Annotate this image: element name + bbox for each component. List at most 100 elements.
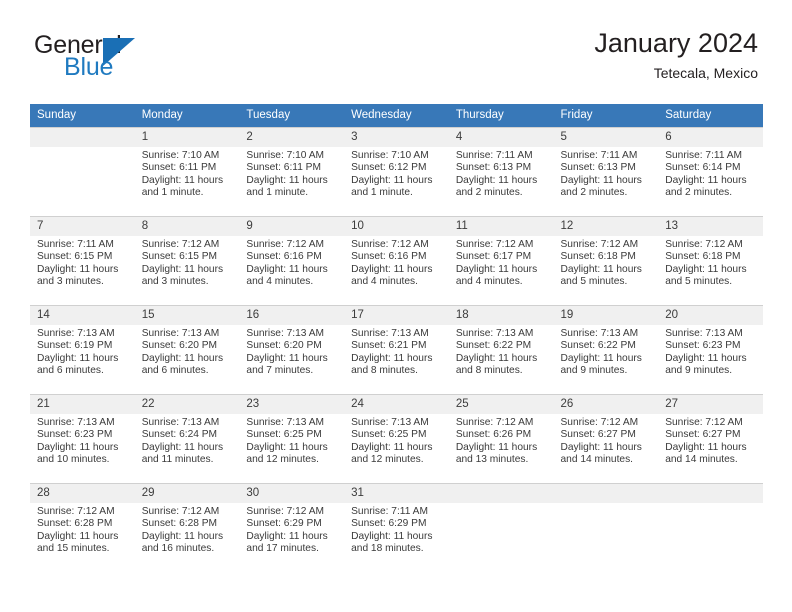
calendar-header-row: Sunday Monday Tuesday Wednesday Thursday Frid… [30, 104, 763, 127]
day-cell[interactable]: 20 Sunrise: 7:13 AM Sunset: 6:23 PM Dayligh… [658, 305, 763, 394]
sunrise-text: Sunrise: 7:12 AM [141, 506, 220, 517]
daylight-text-line1: Daylight: 11 hours [246, 174, 328, 186]
day-cell[interactable]: 5 Sunrise: 7:11 AM Sunset: 6:13 PM Daylight… [553, 127, 659, 216]
daylight-text-line2: and 14 minutes. [560, 454, 634, 466]
sunset-text: Sunset: 6:13 PM [560, 162, 636, 174]
calendar-cell: 27 Sunrise: 7:12 AM Sunset: 6:27 PM Dayligh… [658, 394, 763, 483]
day-cell[interactable]: 7 Sunrise: 7:11 AM Sunset: 6:15 PM Daylight… [30, 216, 135, 305]
day-cell[interactable]: 29 Sunrise: 7:12 AM Sunset: 6:28 PM Dayligh… [134, 483, 240, 572]
day-details: Sunrise: 7:12 AM Sunset: 6:28 PM Daylight:… [135, 503, 240, 556]
day-number: 29 [134, 484, 240, 503]
day-number: 31 [344, 484, 449, 503]
sunset-text: Sunset: 6:18 PM [665, 251, 741, 263]
daylight-text-line1: Daylight: 11 hours [141, 174, 224, 186]
day-number: 15 [134, 306, 240, 325]
day-cell[interactable]: 22 Sunrise: 7:13 AM Sunset: 6:24 PM Dayligh… [134, 394, 240, 483]
day-details: Sunrise: 7:11 AM Sunset: 6:13 PM Daylight:… [449, 147, 554, 200]
day-cell[interactable]: 24 Sunrise: 7:13 AM Sunset: 6:25 PM Dayligh… [344, 394, 449, 483]
day-details: Sunrise: 7:10 AM Sunset: 6:11 PM Daylight:… [135, 147, 240, 200]
sunrise-text: Sunrise: 7:13 AM [141, 417, 220, 428]
day-number: 19 [553, 306, 659, 325]
sunrise-text: Sunrise: 7:12 AM [455, 239, 534, 250]
day-cell-empty [448, 483, 554, 572]
calendar-cell: 18 Sunrise: 7:13 AM Sunset: 6:22 PM Dayligh… [448, 305, 554, 394]
sunset-text: Sunset: 6:11 PM [246, 162, 321, 174]
day-cell[interactable]: 2 Sunrise: 7:10 AM Sunset: 6:11 PM Daylight… [239, 127, 345, 216]
day-details: Sunrise: 7:13 AM Sunset: 6:19 PM Daylight:… [30, 325, 135, 378]
calendar-week-row: 7 Sunrise: 7:11 AM Sunset: 6:15 PM Daylight… [30, 216, 763, 305]
sunrise-text: Sunrise: 7:13 AM [141, 328, 220, 339]
day-cell[interactable]: 17 Sunrise: 7:13 AM Sunset: 6:21 PM Dayligh… [344, 305, 449, 394]
day-cell[interactable]: 14 Sunrise: 7:13 AM Sunset: 6:19 PM Dayligh… [30, 305, 135, 394]
page-subtitle-location: Tetecala, Mexico [653, 65, 758, 81]
day-cell[interactable]: 3 Sunrise: 7:10 AM Sunset: 6:12 PM Daylight… [344, 127, 449, 216]
calendar-cell: 1 Sunrise: 7:10 AM Sunset: 6:11 PM Daylight… [134, 127, 240, 216]
page-header: General Blue January 2024 Tetecala, Mexi… [30, 26, 762, 94]
day-cell[interactable]: 26 Sunrise: 7:12 AM Sunset: 6:27 PM Dayligh… [553, 394, 659, 483]
weekday-header-tuesday: Tuesday [239, 104, 345, 127]
day-details: Sunrise: 7:11 AM Sunset: 6:29 PM Daylight:… [344, 503, 449, 556]
day-details: Sunrise: 7:12 AM Sunset: 6:16 PM Daylight:… [239, 236, 344, 289]
day-cell[interactable]: 6 Sunrise: 7:11 AM Sunset: 6:14 PM Daylight… [658, 127, 763, 216]
daylight-text-line1: Daylight: 11 hours [455, 263, 538, 275]
calendar-week-row: 1 Sunrise: 7:10 AM Sunset: 6:11 PM Daylight… [30, 127, 763, 216]
calendar-cell: 2 Sunrise: 7:10 AM Sunset: 6:11 PM Daylight… [239, 127, 345, 216]
day-cell[interactable]: 31 Sunrise: 7:11 AM Sunset: 6:29 PM Dayligh… [344, 483, 449, 572]
sunset-text: Sunset: 6:13 PM [455, 162, 532, 174]
calendar-cell: 10 Sunrise: 7:12 AM Sunset: 6:16 PM Dayligh… [344, 216, 449, 305]
daylight-text-line1: Daylight: 11 hours [37, 352, 119, 364]
day-number: 24 [344, 395, 449, 414]
day-cell[interactable]: 13 Sunrise: 7:12 AM Sunset: 6:18 PM Dayligh… [658, 216, 763, 305]
day-details: Sunrise: 7:12 AM Sunset: 6:18 PM Daylight:… [554, 236, 659, 289]
general-blue-logo[interactable]: General Blue [34, 32, 214, 86]
daylight-text-line1: Daylight: 11 hours [665, 352, 747, 364]
day-cell[interactable]: 4 Sunrise: 7:11 AM Sunset: 6:13 PM Daylight… [448, 127, 554, 216]
sunrise-text: Sunrise: 7:10 AM [351, 150, 429, 161]
day-cell[interactable]: 16 Sunrise: 7:13 AM Sunset: 6:20 PM Dayligh… [239, 305, 345, 394]
day-cell[interactable]: 30 Sunrise: 7:12 AM Sunset: 6:29 PM Dayligh… [239, 483, 345, 572]
daylight-text-line1: Daylight: 11 hours [246, 441, 328, 453]
day-cell[interactable]: 27 Sunrise: 7:12 AM Sunset: 6:27 PM Dayligh… [658, 394, 763, 483]
daylight-text-line1: Daylight: 11 hours [246, 352, 328, 364]
sunset-text: Sunset: 6:21 PM [351, 340, 427, 352]
day-cell[interactable]: 9 Sunrise: 7:12 AM Sunset: 6:16 PM Daylight… [239, 216, 345, 305]
calendar-cell [30, 127, 135, 216]
logo-text-blue: Blue [64, 53, 114, 81]
day-cell[interactable]: 21 Sunrise: 7:13 AM Sunset: 6:23 PM Dayligh… [30, 394, 135, 483]
sunset-text: Sunset: 6:18 PM [560, 251, 636, 263]
daylight-text-line1: Daylight: 11 hours [141, 352, 224, 364]
sunset-text: Sunset: 6:16 PM [246, 251, 322, 263]
day-cell[interactable]: 23 Sunrise: 7:13 AM Sunset: 6:25 PM Dayligh… [239, 394, 345, 483]
day-number: 12 [553, 217, 659, 236]
daylight-text-line2: and 16 minutes. [141, 543, 215, 555]
day-details: Sunrise: 7:13 AM Sunset: 6:23 PM Daylight:… [658, 325, 763, 378]
daylight-text-line1: Daylight: 11 hours [37, 530, 119, 542]
calendar-cell: 13 Sunrise: 7:12 AM Sunset: 6:18 PM Dayligh… [658, 216, 763, 305]
day-cell[interactable]: 12 Sunrise: 7:12 AM Sunset: 6:18 PM Dayligh… [553, 216, 659, 305]
day-number: 16 [239, 306, 345, 325]
calendar-cell: 24 Sunrise: 7:13 AM Sunset: 6:25 PM Dayligh… [344, 394, 449, 483]
day-cell[interactable]: 8 Sunrise: 7:12 AM Sunset: 6:15 PM Daylight… [134, 216, 240, 305]
daylight-text-line1: Daylight: 11 hours [351, 530, 433, 542]
daylight-text-line1: Daylight: 11 hours [141, 530, 224, 542]
day-cell[interactable]: 28 Sunrise: 7:12 AM Sunset: 6:28 PM Dayligh… [30, 483, 135, 572]
daylight-text-line1: Daylight: 11 hours [560, 174, 642, 186]
daylight-text-line1: Daylight: 11 hours [141, 263, 224, 275]
sunset-text: Sunset: 6:20 PM [141, 340, 218, 352]
sunrise-text: Sunrise: 7:12 AM [560, 417, 639, 428]
day-cell[interactable]: 18 Sunrise: 7:13 AM Sunset: 6:22 PM Dayligh… [448, 305, 554, 394]
day-details: Sunrise: 7:12 AM Sunset: 6:27 PM Daylight:… [658, 414, 763, 467]
sunrise-text: Sunrise: 7:13 AM [37, 328, 115, 339]
day-cell[interactable]: 15 Sunrise: 7:13 AM Sunset: 6:20 PM Dayligh… [134, 305, 240, 394]
day-cell[interactable]: 25 Sunrise: 7:12 AM Sunset: 6:26 PM Dayligh… [448, 394, 554, 483]
day-cell[interactable]: 1 Sunrise: 7:10 AM Sunset: 6:11 PM Daylight… [134, 127, 240, 216]
day-cell[interactable]: 10 Sunrise: 7:12 AM Sunset: 6:16 PM Dayligh… [344, 216, 449, 305]
day-cell[interactable]: 19 Sunrise: 7:13 AM Sunset: 6:22 PM Dayligh… [553, 305, 659, 394]
day-details: Sunrise: 7:12 AM Sunset: 6:28 PM Daylight:… [30, 503, 135, 556]
sunrise-text: Sunrise: 7:10 AM [246, 150, 324, 161]
daylight-text-line2: and 3 minutes. [37, 276, 104, 288]
sunset-text: Sunset: 6:28 PM [37, 518, 113, 530]
daylight-text-line2: and 9 minutes. [560, 365, 628, 377]
day-details: Sunrise: 7:13 AM Sunset: 6:24 PM Daylight:… [135, 414, 240, 467]
day-cell[interactable]: 11 Sunrise: 7:12 AM Sunset: 6:17 PM Dayligh… [448, 216, 554, 305]
